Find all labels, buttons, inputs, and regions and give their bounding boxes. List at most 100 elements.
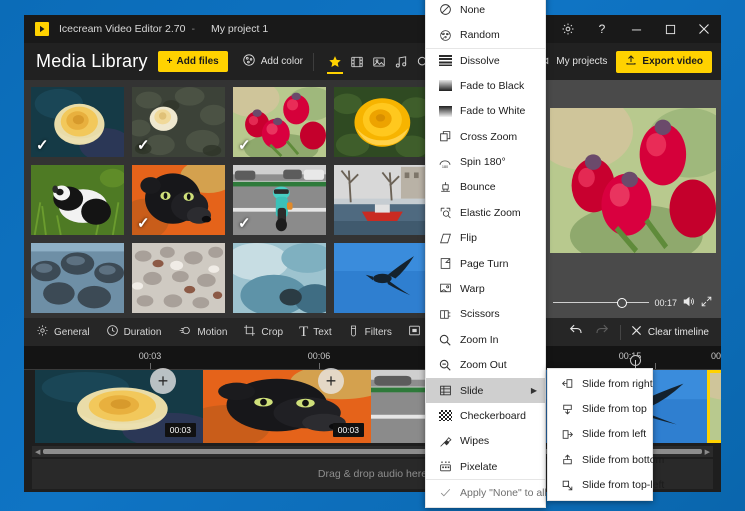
menu-item-elastic-zoom[interactable]: Elastic Zoom [426,200,545,225]
help-button[interactable]: ? [585,15,619,43]
toolbar-divider-1 [312,52,314,71]
menu-item-slide-from-right[interactable]: Slide from right [548,371,653,396]
menu-item-dissolve[interactable]: Dissolve [426,47,545,73]
gear-icon[interactable] [551,15,585,43]
menu-item-label: Bounce [460,181,496,194]
speaker-icon[interactable] [682,295,695,310]
menu-item-bounce[interactable]: Bounce [426,175,545,200]
timeline-clip[interactable]: 00:03 [35,370,203,443]
media-thumbnail[interactable]: ✓ [31,87,124,157]
timeline-ruler[interactable]: 00:03 00:06 00:09 00:15 00 [24,346,721,370]
tool-motion[interactable]: Motion [169,318,235,346]
menu-item-slide-from-left[interactable]: Slide from left [548,422,652,447]
clear-timeline-button[interactable]: Clear timeline [631,325,709,339]
preview-time-label: 00:17 [654,297,677,308]
media-thumbnail[interactable] [233,243,326,313]
add-transition-button[interactable]: + [318,368,344,394]
media-thumbnail[interactable]: ✓ [132,165,225,235]
media-thumbnail[interactable] [334,243,427,313]
filter-image-icon[interactable] [368,49,390,75]
menu-item-none[interactable]: None [426,0,545,22]
menu-item-slide-from-top[interactable]: Slide from top [548,396,652,421]
media-thumbnail[interactable] [31,165,124,235]
scroll-right-icon[interactable]: ▶ [702,448,713,456]
clear-timeline-label: Clear timeline [647,326,709,338]
menu-item-label: Random [460,29,500,42]
filter-video-icon[interactable] [346,49,368,75]
media-thumbnail[interactable] [334,87,427,157]
menu-item-label: Fade to Black [460,79,525,92]
preview-stage[interactable] [550,108,716,253]
menu-item-slide[interactable]: Slide ▶ [426,377,545,404]
menu-item-slide-from-bottom[interactable]: Slide from bottom [548,447,664,472]
wipes-icon [434,435,456,448]
text-icon: T [299,323,309,340]
toolbar-right-group: My projects Export video [535,50,721,73]
media-thumbnail[interactable] [334,165,427,235]
media-thumbnail[interactable]: ✓ [132,87,225,157]
minimize-button[interactable] [619,15,653,43]
preview-seek-slider[interactable] [553,297,650,308]
scroll-left-icon[interactable]: ◀ [32,448,43,456]
menu-item-fade-to-black[interactable]: Fade to Black [426,73,545,98]
menu-item-zoom-in[interactable]: Zoom In [426,327,545,352]
expand-icon[interactable] [700,295,713,310]
menu-item-label: Slide [460,384,484,397]
menu-item-label: Apply "None" to all [460,486,547,499]
scissors-icon [434,308,456,321]
tool-text[interactable]: T Text [291,318,340,346]
menu-item-random[interactable]: Random [426,22,545,47]
menu-item-slide-from-top-left[interactable]: Slide from top-left [548,473,664,498]
timeline-clip-selected[interactable]: 00:03 [707,370,721,443]
seek-knob[interactable] [616,297,627,308]
tool-duration[interactable]: Duration [98,318,170,346]
menu-item-scissors[interactable]: Scissors [426,302,545,327]
ruler-label: 00:06 [307,351,331,361]
upload-icon [625,54,637,69]
tool-filters[interactable]: Filters [340,318,400,346]
tool-general[interactable]: General [24,318,98,346]
redo-icon[interactable] [594,322,610,342]
tool-label: Filters [364,326,392,338]
menu-item-warp[interactable]: Warp [426,276,545,301]
media-thumbnail[interactable] [31,243,124,313]
filter-favorites-star-icon[interactable] [324,49,346,75]
arrow-from-right-icon [556,377,578,390]
add-files-button[interactable]: + Add files [157,51,228,72]
menu-item-fade-to-white[interactable]: Fade to White [426,99,545,124]
warp-icon [434,282,456,295]
dissolve-icon [434,55,456,67]
menu-item-apply-none-to-all[interactable]: Apply "None" to all [426,479,547,504]
menu-item-spin-180[interactable]: 180 Spin 180° [426,149,545,174]
filter-music-icon[interactable] [390,49,412,75]
arrow-from-top-icon [556,403,578,416]
close-button[interactable] [687,15,721,43]
export-video-button[interactable]: Export video [616,50,712,73]
media-thumbnail[interactable] [132,243,225,313]
slide-submenu[interactable]: Slide from right Slide from top Slide fr… [547,368,664,501]
tool-crop[interactable]: Crop [235,318,291,346]
transitions-context-menu[interactable]: None Random Dissolve Fade to Black Fade … [425,0,547,508]
maximize-button[interactable] [653,15,687,43]
menu-item-pixelate[interactable]: Pixelate [426,454,545,479]
menu-item-zoom-out[interactable]: Zoom Out [426,352,545,377]
add-color-button[interactable]: Add color [242,53,303,70]
timeline-clip[interactable]: 00:03 [203,370,371,443]
menu-item-page-turn[interactable]: Page Turn [426,251,545,276]
selected-check-icon: ✓ [137,137,150,154]
menu-item-wipes[interactable]: Wipes [426,429,545,454]
media-thumbnail[interactable]: ✓ [233,165,326,235]
random-icon [434,29,456,42]
add-files-label: Add files [176,56,219,67]
menu-item-label: None [460,3,486,16]
arrow-from-left-icon [556,428,578,441]
menu-item-label: Cross Zoom [460,130,518,143]
menu-item-cross-zoom[interactable]: Cross Zoom [426,124,545,149]
menu-item-checkerboard[interactable]: Checkerboard [426,403,545,428]
my-projects-button[interactable]: My projects [535,53,607,70]
media-thumbnail[interactable]: ✓ [233,87,326,157]
add-transition-button[interactable]: + [150,368,176,394]
svg-text:180: 180 [442,164,448,168]
undo-icon[interactable] [568,322,584,342]
menu-item-flip[interactable]: Flip [426,226,545,251]
